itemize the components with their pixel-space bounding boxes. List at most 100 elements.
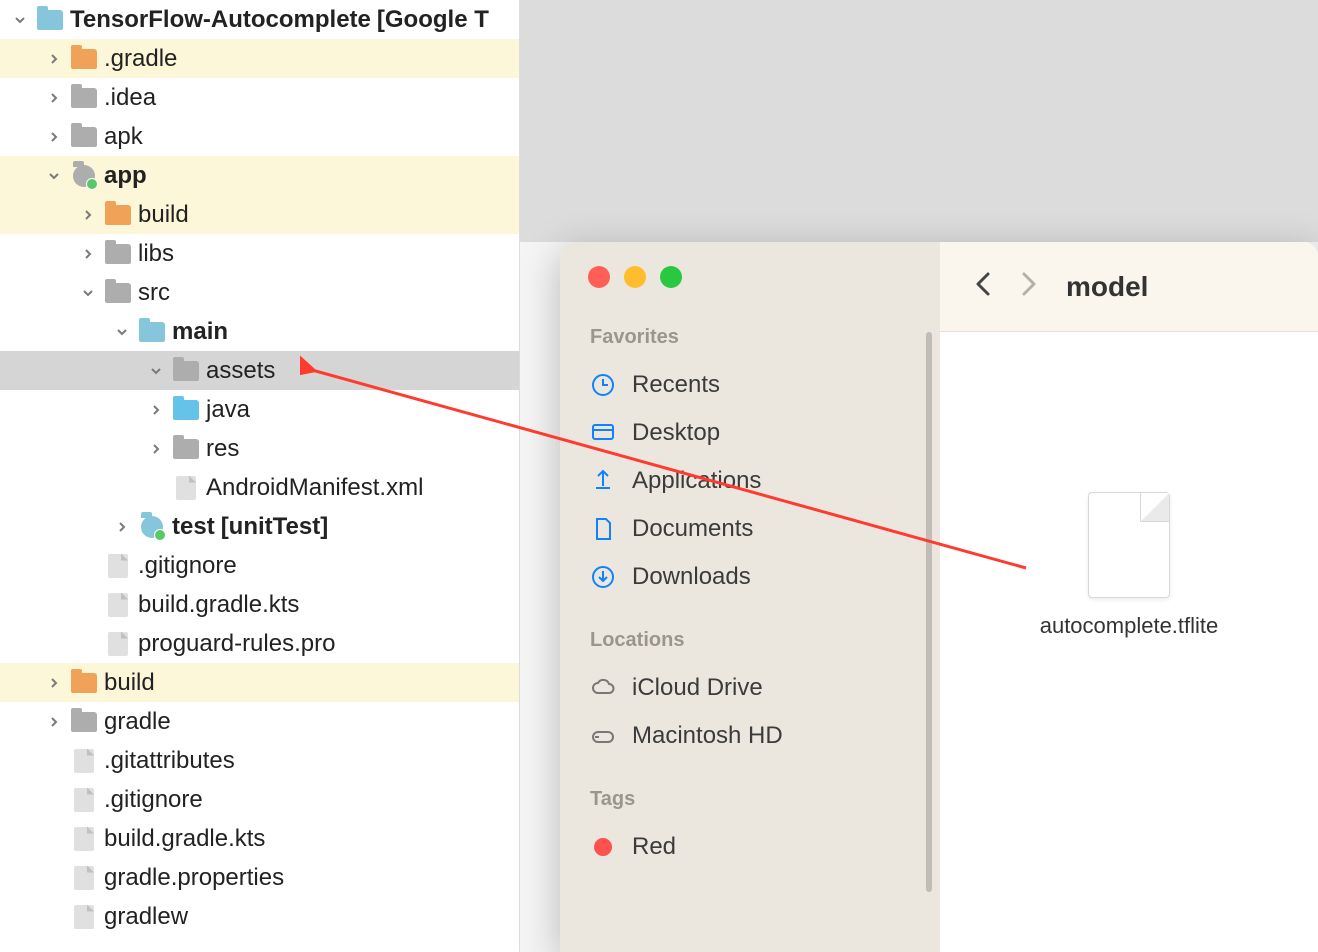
zoom-button[interactable] xyxy=(660,266,682,288)
chevron-right-icon[interactable] xyxy=(146,443,166,455)
tree-label: gradle.properties xyxy=(104,864,284,892)
close-button[interactable] xyxy=(588,266,610,288)
folder-icon xyxy=(104,242,132,266)
chevron-right-icon[interactable] xyxy=(78,248,98,260)
tree-label: gradlew xyxy=(104,903,188,931)
sidebar-heading: Favorites xyxy=(590,326,940,349)
sidebar-item-icloud-drive[interactable]: iCloud Drive xyxy=(588,664,940,712)
clock-icon xyxy=(590,372,616,398)
chevron-right-icon[interactable] xyxy=(44,716,64,728)
tree-row[interactable]: .gitattributes xyxy=(0,741,519,780)
sidebar-item-macintosh-hd[interactable]: Macintosh HD xyxy=(588,712,940,760)
tag-icon xyxy=(590,834,616,860)
sidebar-item-downloads[interactable]: Downloads xyxy=(588,553,940,601)
tree-row[interactable]: gradle xyxy=(0,702,519,741)
tree-label: src xyxy=(138,279,170,307)
chevron-right-icon[interactable] xyxy=(112,521,132,533)
folder-icon xyxy=(70,125,98,149)
tree-row[interactable]: .idea xyxy=(0,78,519,117)
sidebar-item-recents[interactable]: Recents xyxy=(588,361,940,409)
chevron-down-icon[interactable] xyxy=(10,14,30,26)
tree-row[interactable]: main xyxy=(0,312,519,351)
tree-row[interactable]: build xyxy=(0,195,519,234)
tree-label: java xyxy=(206,396,250,424)
apps-icon xyxy=(590,468,616,494)
file-icon xyxy=(104,554,132,578)
file-icon xyxy=(70,905,98,929)
sidebar-item-label: Downloads xyxy=(632,563,751,591)
file-icon xyxy=(172,476,200,500)
tree-label: app xyxy=(104,162,147,190)
chevron-down-icon[interactable] xyxy=(146,365,166,377)
finder-sidebar: Favorites Recents Desktop ApplicationsDocum… xyxy=(560,242,940,952)
sidebar-item-applications[interactable]: Applications xyxy=(588,457,940,505)
tree-row[interactable]: .gitignore xyxy=(0,546,519,585)
desktop-background xyxy=(520,0,1318,242)
folder-icon xyxy=(70,47,98,71)
finder-window: Favorites Recents Desktop ApplicationsDocum… xyxy=(560,242,1318,952)
window-controls xyxy=(588,266,940,288)
tree-label: libs xyxy=(138,240,174,268)
chevron-right-icon[interactable] xyxy=(44,53,64,65)
chevron-down-icon[interactable] xyxy=(112,326,132,338)
chevron-right-icon[interactable] xyxy=(146,404,166,416)
sidebar-item-red[interactable]: Red xyxy=(588,823,940,871)
chevron-right-icon[interactable] xyxy=(44,677,64,689)
tree-label: build xyxy=(104,669,155,697)
tree-label: .gitignore xyxy=(138,552,237,580)
tree-row[interactable]: AndroidManifest.xml xyxy=(0,468,519,507)
folder-icon xyxy=(104,281,132,305)
tree-label: main xyxy=(172,318,228,346)
tree-row[interactable]: build.gradle.kts xyxy=(0,819,519,858)
tree-label: proguard-rules.pro xyxy=(138,630,335,658)
finder-title: model xyxy=(1066,271,1148,303)
tree-label: .gitignore xyxy=(104,786,203,814)
chevron-down-icon[interactable] xyxy=(78,287,98,299)
sidebar-item-label: Desktop xyxy=(632,419,720,447)
tree-row[interactable]: apk xyxy=(0,117,519,156)
tree-row[interactable]: src xyxy=(0,273,519,312)
tree-row[interactable]: gradle.properties xyxy=(0,858,519,897)
tree-row[interactable]: .gitignore xyxy=(0,780,519,819)
folder-icon xyxy=(138,320,166,344)
tree-row[interactable]: build xyxy=(0,663,519,702)
folder-icon xyxy=(70,164,98,188)
tree-row[interactable]: java xyxy=(0,390,519,429)
tree-label: res xyxy=(206,435,239,463)
file-item[interactable]: autocomplete.tflite xyxy=(1039,492,1219,641)
tree-row[interactable]: TensorFlow-Autocomplete [Google T xyxy=(0,0,519,39)
cloud-icon xyxy=(590,675,616,701)
chevron-down-icon[interactable] xyxy=(44,170,64,182)
file-icon xyxy=(70,827,98,851)
tree-label: TensorFlow-Autocomplete xyxy=(70,6,371,34)
sidebar-item-documents[interactable]: Documents xyxy=(588,505,940,553)
back-button[interactable] xyxy=(974,270,992,303)
sidebar-item-label: Red xyxy=(632,833,676,861)
chevron-right-icon[interactable] xyxy=(78,209,98,221)
desktop-icon xyxy=(590,420,616,446)
finder-body[interactable]: autocomplete.tflite xyxy=(940,332,1318,952)
tree-row[interactable]: libs xyxy=(0,234,519,273)
ide-project-tree[interactable]: TensorFlow-Autocomplete [Google T.gradle… xyxy=(0,0,520,952)
chevron-right-icon[interactable] xyxy=(44,131,64,143)
tree-row[interactable]: proguard-rules.pro xyxy=(0,624,519,663)
tree-row[interactable]: gradlew xyxy=(0,897,519,936)
minimize-button[interactable] xyxy=(624,266,646,288)
tree-row[interactable]: res xyxy=(0,429,519,468)
sidebar-item-label: Macintosh HD xyxy=(632,722,783,750)
tree-row[interactable]: build.gradle.kts xyxy=(0,585,519,624)
forward-button[interactable] xyxy=(1020,270,1038,303)
tree-label: AndroidManifest.xml xyxy=(206,474,423,502)
tree-row[interactable]: app xyxy=(0,156,519,195)
file-icon xyxy=(1088,492,1170,598)
tree-row[interactable]: test [unitTest] xyxy=(0,507,519,546)
folder-icon xyxy=(172,437,200,461)
file-icon xyxy=(70,749,98,773)
tree-label: .idea xyxy=(104,84,156,112)
tree-row[interactable]: .gradle xyxy=(0,39,519,78)
sidebar-item-desktop[interactable]: Desktop xyxy=(588,409,940,457)
chevron-right-icon[interactable] xyxy=(44,92,64,104)
tree-label: build.gradle.kts xyxy=(138,591,299,619)
folder-icon xyxy=(36,8,64,32)
tree-row[interactable]: assets xyxy=(0,351,519,390)
